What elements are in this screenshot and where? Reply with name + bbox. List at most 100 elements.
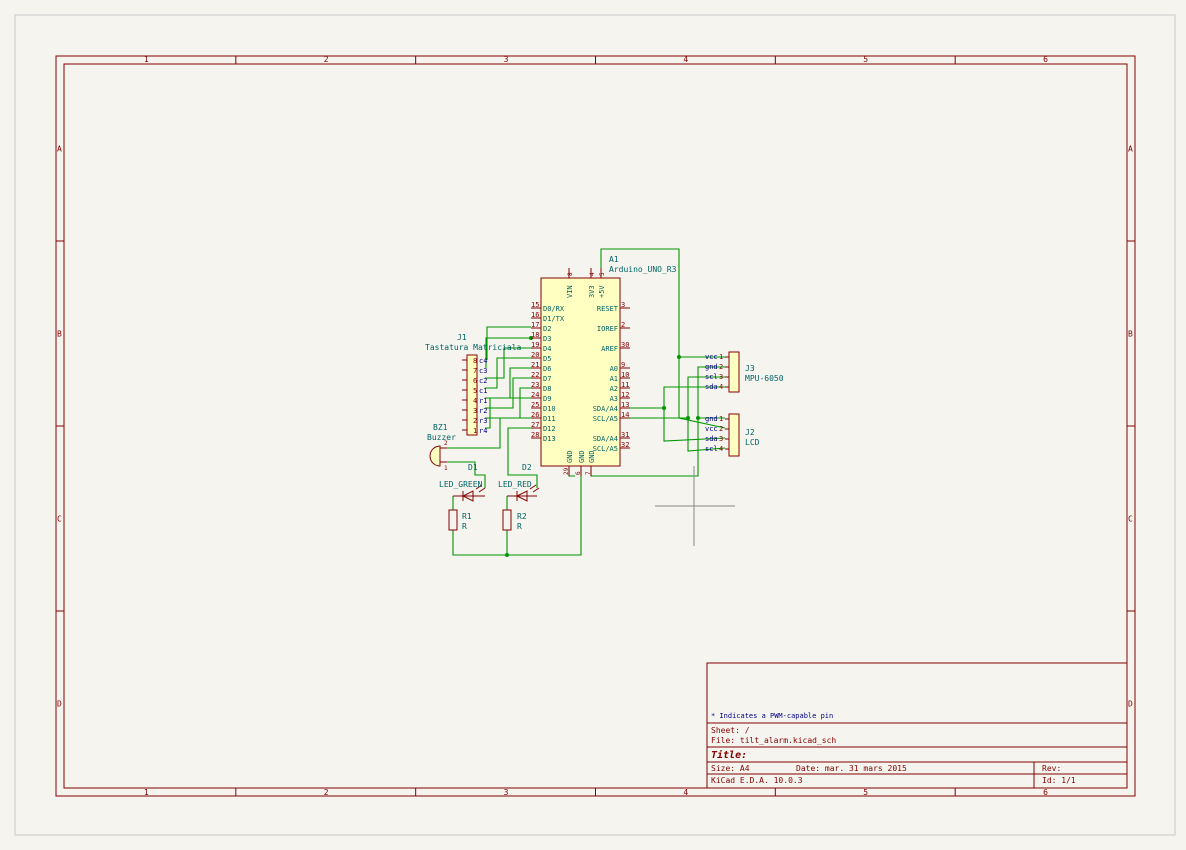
pin-name: gnd bbox=[705, 363, 718, 371]
pin-number: 16 bbox=[531, 311, 539, 319]
pin-number: 9 bbox=[621, 361, 625, 369]
pin-number: 14 bbox=[621, 411, 629, 419]
pin-name: GND bbox=[578, 450, 586, 463]
pwm-note: * Indicates a PWM-capable pin bbox=[711, 712, 833, 720]
pin-number: 21 bbox=[531, 361, 539, 369]
pin-name: D9 bbox=[543, 395, 551, 403]
frame-col-label: 4 bbox=[683, 788, 688, 797]
pin-name: D8 bbox=[543, 385, 551, 393]
r1-value: R bbox=[462, 522, 467, 531]
pin-name: scl bbox=[705, 445, 718, 453]
r1-resistor[interactable]: R1 R bbox=[448, 509, 472, 531]
pin-number: 3 bbox=[719, 435, 723, 443]
pin-name: r4 bbox=[479, 427, 487, 435]
pin-number: 5 bbox=[473, 387, 477, 395]
d2-ref: D2 bbox=[522, 463, 532, 472]
pin-number: 2 bbox=[473, 417, 477, 425]
frame-row-label: A bbox=[57, 145, 62, 154]
frame-col-label: 2 bbox=[324, 788, 329, 797]
frame-col-label: 5 bbox=[863, 55, 868, 64]
j2-lcd-connector[interactable]: gnd 1vcc 2sda 3scl 4 J2 LCD bbox=[705, 413, 760, 457]
pin-number: 18 bbox=[531, 331, 539, 339]
frame-row-label: D bbox=[1128, 700, 1133, 709]
pin-name: c3 bbox=[479, 367, 487, 375]
pin-name: 3V3 bbox=[588, 285, 596, 298]
pin-number: 10 bbox=[621, 371, 629, 379]
pin-name: +5V bbox=[598, 285, 606, 298]
frame-col-label: 5 bbox=[863, 788, 868, 797]
pin-number: 1 bbox=[719, 415, 723, 423]
frame-col-label: 6 bbox=[1043, 55, 1048, 64]
pin-name: SDA/A4 bbox=[593, 435, 618, 443]
j1-keypad-connector[interactable]: 8 c47 c36 c25 c14 r13 r22 r31 r4 J1 Tastatura Ma… bbox=[425, 333, 522, 436]
pin-number: 3 bbox=[473, 407, 477, 415]
r2-resistor[interactable]: R2 R bbox=[502, 509, 527, 531]
pin-name: A3 bbox=[610, 395, 618, 403]
pin-number: 4 bbox=[473, 397, 477, 405]
d2-led-red[interactable]: D2 LED_RED bbox=[498, 463, 540, 502]
pin-number: 25 bbox=[531, 401, 539, 409]
pin-name: sda bbox=[705, 435, 718, 443]
d2-value: LED_RED bbox=[498, 480, 532, 489]
frame-row-label: A bbox=[1128, 145, 1133, 154]
resistor-icon bbox=[502, 509, 512, 531]
frame-row-label: C bbox=[57, 515, 62, 524]
pin-name: D5 bbox=[543, 355, 551, 363]
title-block bbox=[706, 662, 1128, 789]
j2-ref: J2 bbox=[745, 428, 755, 437]
frame-col-label: 6 bbox=[1043, 788, 1048, 797]
pin-number: 11 bbox=[621, 381, 629, 389]
pin-name: D12 bbox=[543, 425, 556, 433]
frame-col-label: 2 bbox=[324, 55, 329, 64]
pin-number: 30 bbox=[621, 341, 629, 349]
pin-name: VIN bbox=[566, 285, 574, 298]
pin-name: A0 bbox=[610, 365, 618, 373]
j3-ref: J3 bbox=[745, 364, 755, 373]
pin-name: r3 bbox=[479, 417, 487, 425]
j3-body bbox=[728, 351, 740, 393]
pin-number: 5 bbox=[599, 272, 606, 276]
pin-name: D1/TX bbox=[543, 315, 565, 323]
pin-name: A2 bbox=[610, 385, 618, 393]
j1-value: Tastatura Matriciala bbox=[425, 343, 522, 352]
date-label: Date: mar. 31 mars 2015 bbox=[796, 764, 907, 773]
pin-name: RESET bbox=[597, 305, 619, 313]
frame-row-label: C bbox=[1128, 515, 1133, 524]
sheet-label: Sheet: / bbox=[711, 726, 750, 735]
pin-number: 19 bbox=[531, 341, 539, 349]
pin-number: 28 bbox=[531, 431, 539, 439]
pin-name: SDA/A4 bbox=[593, 405, 618, 413]
j2-value: LCD bbox=[745, 438, 760, 447]
pin-number: 15 bbox=[531, 301, 539, 309]
arduino-ref: A1 bbox=[609, 255, 619, 264]
pin-number: 4 bbox=[719, 383, 723, 391]
arduino-symbol[interactable]: 15 D0/RX16 D1/TX17 D218 D319 D420 D521 D622 D723… bbox=[531, 255, 677, 476]
frame-col-label: 1 bbox=[144, 55, 149, 64]
pin-number: 6 bbox=[575, 471, 582, 475]
pin-number: 20 bbox=[531, 351, 539, 359]
pin-name: gnd bbox=[705, 415, 718, 423]
pin-number: 8 bbox=[567, 272, 574, 276]
pin-name: c1 bbox=[479, 387, 487, 395]
frame-row-label: B bbox=[1128, 330, 1133, 339]
pin-number: 22 bbox=[531, 371, 539, 379]
resistor-icon bbox=[448, 509, 458, 531]
pin-number: 6 bbox=[473, 377, 477, 385]
frame-col-label: 3 bbox=[504, 788, 509, 797]
pin-number: 23 bbox=[531, 381, 539, 389]
pin-name: IOREF bbox=[597, 325, 618, 333]
j3-mpu-connector[interactable]: vcc 1gnd 2scl 3sda 4 J3 MPU-6050 bbox=[705, 351, 784, 393]
pin-name: D0/RX bbox=[543, 305, 565, 313]
tool-label: KiCad E.D.A. 10.0.3 bbox=[711, 776, 803, 785]
pin-name: vcc bbox=[705, 353, 718, 361]
pin-number: 32 bbox=[621, 441, 629, 449]
pin-number: 31 bbox=[621, 431, 629, 439]
pin-number: 4 bbox=[719, 445, 723, 453]
pin-number: 26 bbox=[531, 411, 539, 419]
j1-ref: J1 bbox=[457, 333, 467, 342]
pin-name: SCL/A5 bbox=[593, 415, 618, 423]
pin-number: 1 bbox=[473, 427, 477, 435]
pin-number: 13 bbox=[621, 401, 629, 409]
j3-value: MPU-6050 bbox=[745, 374, 784, 383]
pin-name: D13 bbox=[543, 435, 556, 443]
